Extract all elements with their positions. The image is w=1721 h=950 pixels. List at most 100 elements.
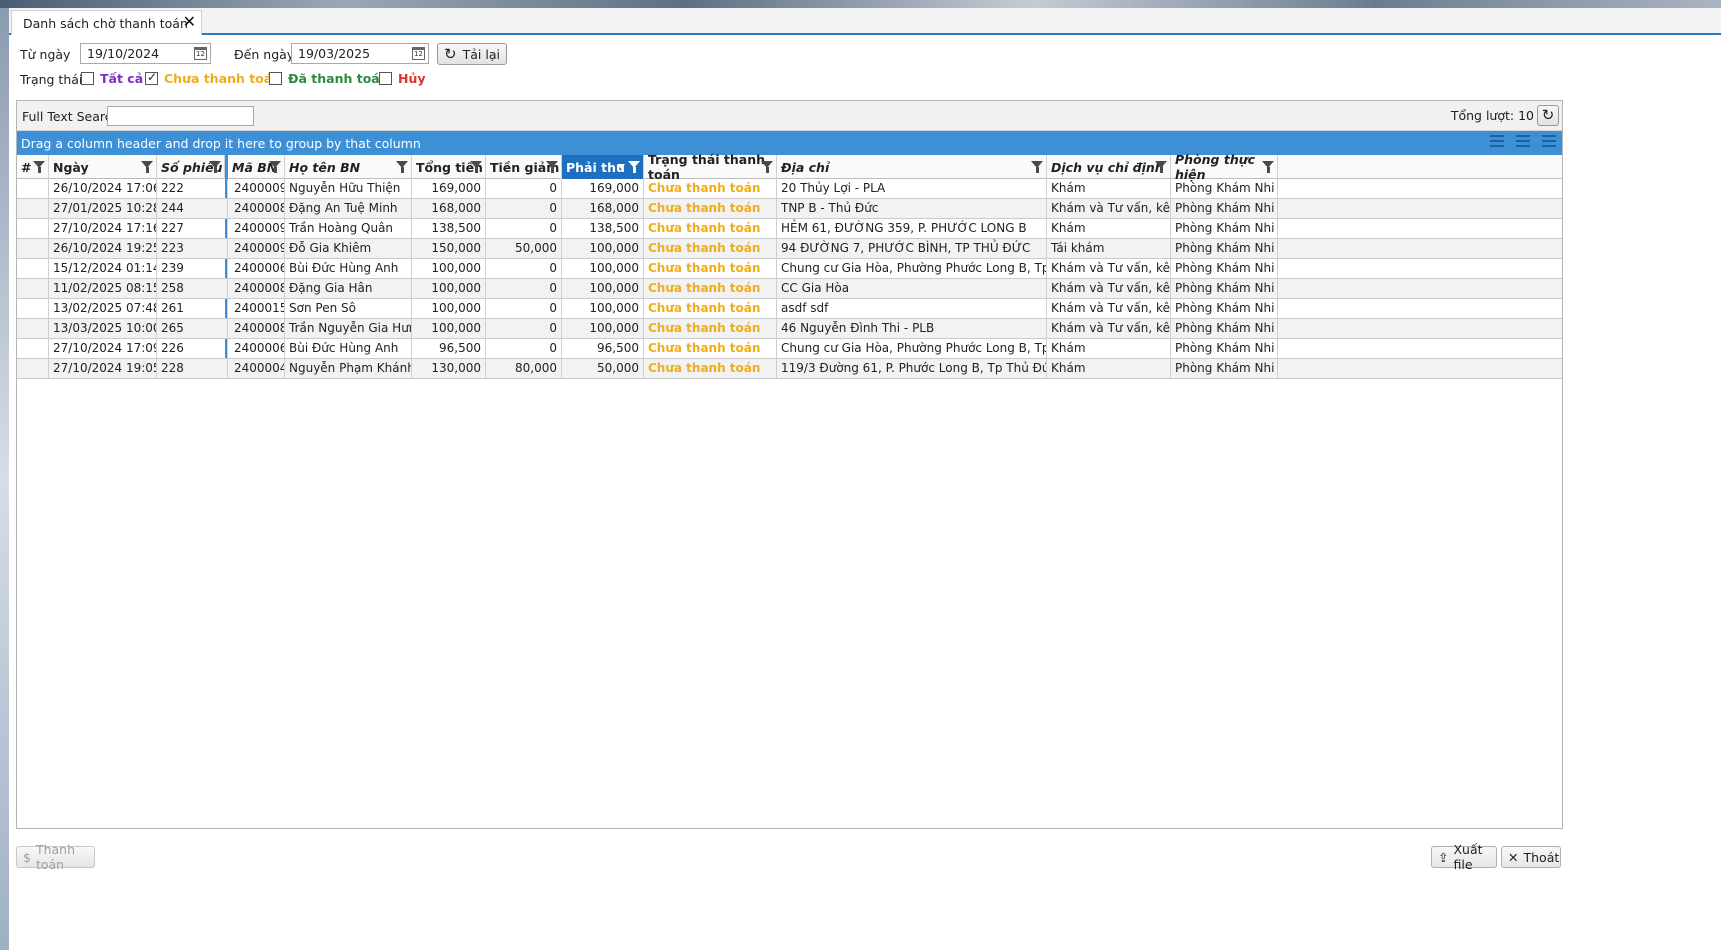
- desktop-left-edge: [0, 8, 9, 950]
- export-file-button[interactable]: ⇪ Xuất file: [1431, 842, 1497, 872]
- table-row[interactable]: 26/10/2024 17:06:4622224000096Nguyễn Hữu…: [17, 179, 1562, 199]
- close-icon[interactable]: ✕: [183, 12, 196, 31]
- filter-icon[interactable]: [396, 161, 408, 173]
- filter-icon[interactable]: [269, 161, 281, 173]
- column-header-ticket-no[interactable]: Số phiếu: [157, 155, 225, 179]
- cell-service: Tái khám: [1047, 239, 1171, 259]
- cell-payment-status: Chưa thanh toán: [644, 299, 777, 319]
- column-header-room[interactable]: Phòng thực hiện: [1171, 152, 1278, 182]
- table-row[interactable]: 13/03/2025 10:00:2326524000081Trần Nguyễ…: [17, 319, 1562, 339]
- column-header-discount[interactable]: Tiền giảm: [486, 155, 562, 179]
- table-row[interactable]: 27/10/2024 17:16:5122724000097Trần Hoàng…: [17, 219, 1562, 239]
- cell-patient-id: 24000097: [228, 219, 285, 239]
- exit-button[interactable]: ✕ Thoát: [1501, 846, 1561, 868]
- cell-room: Phòng Khám Nhi: [1171, 279, 1278, 299]
- filter-icon[interactable]: [209, 161, 221, 173]
- cell-total: 100,000: [412, 299, 486, 319]
- filter-icon[interactable]: [1262, 161, 1274, 173]
- status-label: Trạng thái: [20, 72, 83, 87]
- status-option-all[interactable]: Tất cả: [81, 71, 143, 86]
- cell-address: Chung cư Gia Hòa, Phường Phước Long B, T…: [777, 259, 1047, 279]
- status-option-paid[interactable]: Đã thanh toán: [269, 71, 389, 86]
- column-header-amount-due[interactable]: Phải thu: [562, 155, 644, 179]
- cell-amount-due: 138,500: [562, 219, 644, 239]
- cell-patient-id: 2400015: [228, 299, 285, 319]
- status-option-unpaid[interactable]: Chưa thanh toán: [145, 70, 281, 86]
- reload-button[interactable]: ↻ Tải lại: [437, 43, 507, 65]
- table-row[interactable]: 11/02/2025 08:15:2925824000087Đặng Gia H…: [17, 279, 1562, 299]
- cell-total: 130,000: [412, 359, 486, 379]
- cell-patient-name: Trần Hoàng Quân: [285, 219, 412, 239]
- cell-discount: 0: [486, 319, 562, 339]
- group-tools: [1490, 135, 1556, 147]
- table-row[interactable]: 27/10/2024 17:09:1822624000068Bùi Đức Hù…: [17, 339, 1562, 359]
- table-row[interactable]: 13/02/2025 07:48:042612400015Sơn Pen Sô1…: [17, 299, 1562, 319]
- cell-index: [17, 359, 49, 379]
- filter-icon[interactable]: [1155, 161, 1167, 173]
- column-header-date[interactable]: Ngày: [49, 155, 157, 179]
- search-input[interactable]: [107, 106, 254, 126]
- table-row[interactable]: 27/01/2025 10:28:4524424000089Đặng An Tu…: [17, 199, 1562, 219]
- cell-amount-due: 100,000: [562, 299, 644, 319]
- column-header-payment-status[interactable]: Trạng thái thanh toán: [644, 152, 777, 182]
- cell-address: HẺM 61, ĐƯỜNG 359, P. PHƯỚC LONG B: [777, 219, 1047, 239]
- grid-header-row: # Ngày Số phiếu Mã BN Họ tên BN Tổng tiề…: [17, 152, 1562, 182]
- column-header-label: Họ tên BN: [289, 159, 361, 175]
- from-date-field[interactable]: 19/10/2024 12: [80, 43, 211, 64]
- cell-address: 94 ĐƯỜNG 7, PHƯỚC BÌNH, TP THỦ ĐỨC: [777, 239, 1047, 259]
- calendar-icon[interactable]: 12: [194, 47, 207, 60]
- cell-room: Phòng Khám Nhi: [1171, 359, 1278, 379]
- cell-ticket-no: 239: [157, 259, 228, 279]
- cell-payment-status: Chưa thanh toán: [644, 319, 777, 339]
- cell-index: [17, 299, 49, 319]
- to-date-field[interactable]: 19/03/2025 12: [291, 43, 429, 64]
- cell-service: Khám: [1047, 219, 1171, 239]
- column-header-patient-id[interactable]: Mã BN: [228, 155, 285, 179]
- cell-total: 100,000: [412, 279, 486, 299]
- cell-service: Khám: [1047, 179, 1171, 199]
- refresh-grid-button[interactable]: ↻: [1537, 105, 1559, 126]
- cell-address: CC Gia Hòa: [777, 279, 1047, 299]
- checkbox[interactable]: [379, 72, 392, 85]
- checkbox-checked[interactable]: [145, 70, 158, 85]
- pay-button[interactable]: $ Thanh toán: [16, 842, 95, 872]
- cell-patient-id: 24000089: [228, 199, 285, 219]
- cell-ticket-no: 228: [157, 359, 228, 379]
- table-row[interactable]: 26/10/2024 19:25:3922324000095Đỗ Gia Khi…: [17, 239, 1562, 259]
- filter-icon[interactable]: [470, 161, 482, 173]
- cell-patient-name: Đặng Gia Hân: [285, 279, 412, 299]
- table-row[interactable]: 15/12/2024 01:14:5423924000068Bùi Đức Hù…: [17, 259, 1562, 279]
- cell-patient-id: 24000096: [228, 179, 285, 199]
- group-by-bar[interactable]: Drag a column header and drop it here to…: [17, 131, 1562, 155]
- checkbox[interactable]: [81, 72, 94, 85]
- checkbox[interactable]: [269, 72, 282, 85]
- column-header-patient-name[interactable]: Họ tên BN: [285, 155, 412, 179]
- table-row[interactable]: 27/10/2024 19:05:0022824000045Nguyễn Phạ…: [17, 359, 1562, 379]
- column-header-service[interactable]: Dịch vụ chỉ định: [1047, 155, 1171, 179]
- cell-address: TNP B - Thủ Đức: [777, 199, 1047, 219]
- filter-icon[interactable]: [141, 161, 153, 173]
- cell-room: Phòng Khám Nhi: [1171, 179, 1278, 199]
- filter-icon[interactable]: [628, 161, 640, 173]
- column-header-index[interactable]: #: [17, 155, 49, 179]
- filter-icon[interactable]: [33, 161, 45, 173]
- filter-icon[interactable]: [1031, 161, 1043, 173]
- tab-payment-waiting-list[interactable]: Danh sách chờ thanh toán ✕: [11, 10, 202, 35]
- column-chooser-icon[interactable]: [1542, 135, 1556, 147]
- cell-payment-status: Chưa thanh toán: [644, 179, 777, 199]
- cell-total: 150,000: [412, 239, 486, 259]
- cell-total: 100,000: [412, 259, 486, 279]
- calendar-icon[interactable]: 12: [412, 47, 425, 60]
- filter-icon[interactable]: [546, 161, 558, 173]
- payment-grid: Full Text Search Tổng lượt: 10 ↻ Drag a …: [16, 100, 1563, 829]
- cell-discount: 0: [486, 279, 562, 299]
- cell-patient-name: Sơn Pen Sô: [285, 299, 412, 319]
- status-option-cancelled[interactable]: Hủy: [379, 71, 426, 86]
- from-date-value: 19/10/2024: [87, 46, 160, 61]
- filter-icon[interactable]: [761, 161, 773, 173]
- collapse-all-icon[interactable]: [1516, 135, 1530, 147]
- expand-all-icon[interactable]: [1490, 135, 1504, 147]
- cell-index: [17, 339, 49, 359]
- column-header-total[interactable]: Tổng tiền: [412, 155, 486, 179]
- column-header-address[interactable]: Địa chỉ: [777, 155, 1047, 179]
